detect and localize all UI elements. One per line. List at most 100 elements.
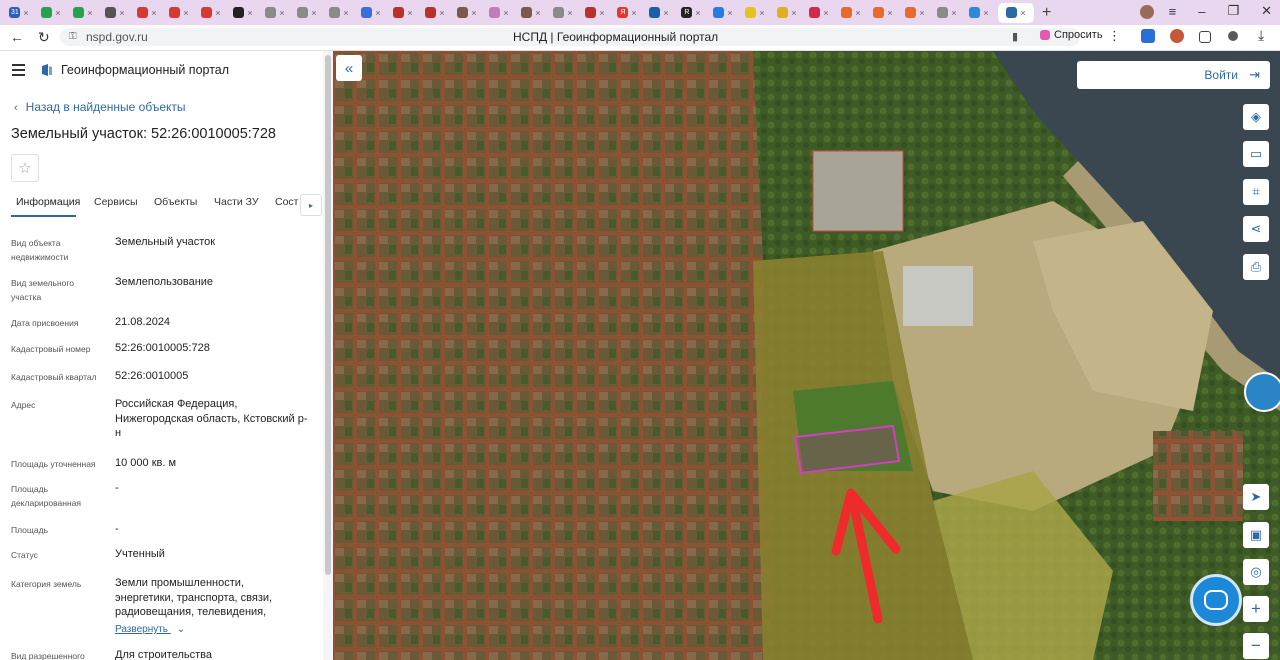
- favorite-star-button[interactable]: ☆: [11, 154, 39, 182]
- back-icon[interactable]: ←: [10, 29, 24, 45]
- browser-tab[interactable]: ×: [646, 3, 672, 23]
- close-tab-icon[interactable]: ×: [311, 8, 316, 18]
- panel-scrollbar[interactable]: [323, 51, 333, 660]
- chat-button[interactable]: [1190, 574, 1242, 626]
- close-tab-icon[interactable]: ×: [791, 8, 796, 18]
- satellite-map[interactable]: [333, 51, 1280, 660]
- close-tab-icon[interactable]: ×: [887, 8, 892, 18]
- print-button[interactable]: ⎙: [1243, 254, 1269, 280]
- browser-tab[interactable]: ×: [806, 3, 832, 23]
- close-tab-icon[interactable]: ×: [407, 8, 412, 18]
- menu-hamburger-icon[interactable]: [12, 64, 25, 79]
- browser-tab[interactable]: ×: [230, 3, 256, 23]
- menu-kebab-icon[interactable]: ⋮: [1108, 28, 1121, 44]
- extensions-puzzle-icon[interactable]: [1199, 31, 1211, 43]
- browser-tab[interactable]: ×: [326, 3, 352, 23]
- expand-link[interactable]: Развернуть ⌄: [115, 624, 185, 635]
- new-tab-icon[interactable]: +: [1042, 4, 1051, 22]
- tab-composition[interactable]: Сост: [275, 196, 298, 208]
- close-tab-icon[interactable]: ×: [23, 8, 28, 18]
- browser-tab[interactable]: ×: [38, 3, 64, 23]
- close-tab-icon[interactable]: ×: [951, 8, 956, 18]
- downloads-icon[interactable]: ⤓: [1258, 27, 1264, 44]
- close-tab-icon[interactable]: ×: [983, 8, 988, 18]
- reload-icon[interactable]: ↻: [38, 29, 50, 46]
- close-tab-icon[interactable]: ×: [151, 8, 156, 18]
- locate-button[interactable]: ➤: [1243, 484, 1269, 510]
- geo-button[interactable]: ◎: [1243, 559, 1269, 585]
- browser-tab[interactable]: ×: [742, 3, 768, 23]
- close-tab-icon[interactable]: ×: [535, 8, 540, 18]
- zoom-in-button[interactable]: +: [1243, 596, 1269, 622]
- browser-tab[interactable]: ×: [70, 3, 96, 23]
- browser-tab[interactable]: ×: [134, 3, 160, 23]
- layers-button[interactable]: ◈: [1243, 104, 1269, 130]
- close-tab-icon[interactable]: ×: [375, 8, 380, 18]
- browser-tab[interactable]: R ×: [678, 3, 704, 23]
- close-tab-icon[interactable]: ×: [695, 8, 700, 18]
- browser-tab[interactable]: ×: [582, 3, 608, 23]
- browser-tab[interactable]: ×: [422, 3, 448, 23]
- yandex-extension-icon[interactable]: [1141, 29, 1155, 43]
- bookmark-icon[interactable]: ▮: [1012, 30, 1018, 43]
- tab-search-icon[interactable]: ≡: [1169, 4, 1177, 19]
- browser-tab[interactable]: ×: [870, 3, 896, 23]
- browser-tab[interactable]: ×: [390, 3, 416, 23]
- browser-tab[interactable]: ×: [102, 3, 128, 23]
- browser-tab[interactable]: ×: [838, 3, 864, 23]
- close-tab-icon[interactable]: ×: [759, 8, 764, 18]
- close-tab-icon[interactable]: ×: [919, 8, 924, 18]
- close-tab-icon[interactable]: ×: [279, 8, 284, 18]
- extension-icon[interactable]: [1170, 29, 1184, 43]
- site-info-icon[interactable]: ⚿: [69, 31, 77, 42]
- ruler-button[interactable]: ▭: [1243, 141, 1269, 167]
- browser-tab[interactable]: ×: [518, 3, 544, 23]
- tab-info[interactable]: Информация: [16, 196, 80, 208]
- close-tab-icon[interactable]: ×: [87, 8, 92, 18]
- close-tab-icon[interactable]: ×: [663, 8, 668, 18]
- close-tab-icon[interactable]: ×: [343, 8, 348, 18]
- browser-tab[interactable]: Я ×: [614, 3, 640, 23]
- browser-tab[interactable]: ×: [550, 3, 576, 23]
- profile-sync-icon[interactable]: [1228, 31, 1238, 41]
- zoom-out-button[interactable]: −: [1243, 633, 1269, 659]
- scrollbar-thumb[interactable]: [325, 55, 331, 575]
- minimap-button[interactable]: ▣: [1243, 522, 1269, 548]
- close-tab-icon[interactable]: ×: [855, 8, 860, 18]
- close-tab-icon[interactable]: ×: [55, 8, 60, 18]
- browser-tab[interactable]: ×: [294, 3, 320, 23]
- browser-tab[interactable]: ×: [902, 3, 928, 23]
- browser-tab[interactable]: ×: [934, 3, 960, 23]
- browser-tab[interactable]: ×: [998, 2, 1034, 23]
- browser-tab[interactable]: ×: [166, 3, 192, 23]
- close-tab-icon[interactable]: ×: [183, 8, 188, 18]
- close-tab-icon[interactable]: ×: [599, 8, 604, 18]
- close-tab-icon[interactable]: ×: [503, 8, 508, 18]
- close-tab-icon[interactable]: ×: [471, 8, 476, 18]
- tab-parts[interactable]: Части ЗУ: [214, 196, 259, 208]
- close-tab-icon[interactable]: ×: [823, 8, 828, 18]
- restore-icon[interactable]: ❐: [1227, 3, 1239, 19]
- close-tab-icon[interactable]: ×: [567, 8, 572, 18]
- share-button[interactable]: ⋖: [1243, 216, 1269, 242]
- tab-objects[interactable]: Объекты: [154, 196, 197, 208]
- browser-tab[interactable]: ×: [486, 3, 512, 23]
- browser-tab[interactable]: ×: [198, 3, 224, 23]
- browser-tab[interactable]: ×: [710, 3, 736, 23]
- close-tab-icon[interactable]: ×: [215, 8, 220, 18]
- select-area-button[interactable]: ⌗: [1243, 179, 1269, 205]
- close-window-icon[interactable]: ✕: [1261, 3, 1272, 19]
- tab-services[interactable]: Сервисы: [94, 196, 138, 208]
- back-to-results-link[interactable]: ‹ Назад в найденные объекты: [14, 100, 186, 114]
- close-tab-icon[interactable]: ×: [119, 8, 124, 18]
- profile-avatar[interactable]: [1140, 5, 1154, 19]
- collapse-panel-button[interactable]: «: [336, 55, 362, 81]
- minimize-icon[interactable]: –: [1198, 4, 1205, 19]
- browser-tab[interactable]: ×: [966, 3, 992, 23]
- login-button[interactable]: Войти ⇥: [1077, 61, 1270, 89]
- browser-tab[interactable]: 31 ×: [6, 3, 32, 23]
- tabs-scroll-right-button[interactable]: ▸: [300, 194, 322, 216]
- browser-tab[interactable]: ×: [262, 3, 288, 23]
- address-bar[interactable]: ⚿ nspd.gov.ru НСПД | Геоинформационный п…: [60, 28, 1103, 46]
- close-tab-icon[interactable]: ×: [727, 8, 732, 18]
